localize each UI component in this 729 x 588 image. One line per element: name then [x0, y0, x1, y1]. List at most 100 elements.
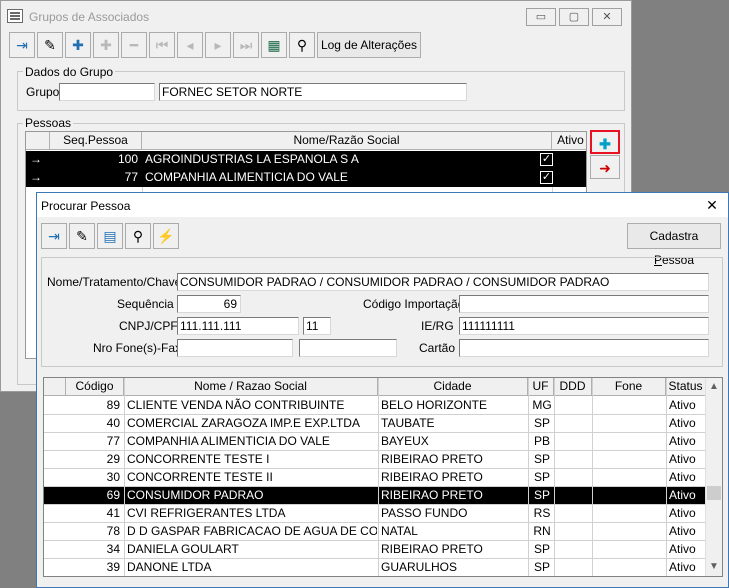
table-row[interactable]: → 77 COMPANHIA ALIMENTICIA DO VALE ✓ — [26, 169, 586, 187]
fone2-input[interactable] — [299, 339, 397, 357]
new-button[interactable]: ✚ — [65, 32, 91, 58]
grid-divider — [666, 378, 667, 576]
table-row[interactable]: 39 DANONE LTDA GUARULHOS SP Ativo — [44, 559, 720, 576]
first-record-button[interactable]: ⏮ — [149, 32, 175, 58]
cnpj-input[interactable]: 111.111.111 — [177, 317, 299, 335]
delete-button[interactable]: ━ — [121, 32, 147, 58]
app-icon — [7, 9, 23, 23]
search-button[interactable]: ⚲ — [125, 223, 151, 249]
status-cell: Ativo — [669, 416, 696, 430]
report-button[interactable]: ▦ — [261, 32, 287, 58]
ierg-label: IE/RG — [421, 319, 454, 333]
delete-record-icon: ━ — [129, 37, 139, 53]
binoculars-lightning-icon: ⚡ — [157, 228, 175, 244]
clear-button[interactable]: ✎ — [69, 223, 95, 249]
table-row[interactable]: 89 CLIENTE VENDA NÃO CONTRIBUINTE BELO HOR… — [44, 397, 720, 415]
next-record-button[interactable]: ▸ — [205, 32, 231, 58]
remove-person-icon: ➜ — [599, 160, 611, 176]
nome-header[interactable]: Nome/Razão Social — [142, 132, 552, 150]
remove-person-button[interactable]: ➜ — [590, 155, 620, 179]
cidade-header[interactable]: Cidade — [378, 378, 528, 396]
status-cell: Ativo — [669, 560, 696, 574]
table-row[interactable]: → 100 AGROINDUSTRIAS LA ESPANOLA S A ✓ — [26, 151, 586, 169]
fone-header[interactable]: Fone — [592, 378, 666, 396]
seq-pessoa-header[interactable]: Seq.Pessoa — [50, 132, 142, 150]
nome-header[interactable]: Nome / Razao Social — [124, 378, 378, 396]
cartao-input[interactable] — [459, 339, 709, 357]
table-row[interactable]: 34 DANIELA GOULART RIBEIRAO PRETO SP Ativo — [44, 541, 720, 559]
window-title: Grupos de Associados — [29, 10, 150, 24]
copy-button[interactable]: ✚ — [93, 32, 119, 58]
maximize-button[interactable]: ▢ — [559, 8, 589, 26]
import-button[interactable]: ▤ — [97, 223, 123, 249]
nome-label: Nome/Tratamento/Chave — [47, 275, 182, 289]
cidade-cell: PASSO FUNDO — [381, 506, 468, 520]
cidade-cell: RIBEIRAO PRETO — [381, 542, 483, 556]
nome-cell: DANONE LTDA — [127, 560, 212, 574]
table-row[interactable]: 40 COMERCIAL ZARAGOZA IMP.E EXP.LTDA TAUBA… — [44, 415, 720, 433]
status-cell: Ativo — [669, 434, 696, 448]
advanced-search-button[interactable]: ⚡ — [153, 223, 179, 249]
status-header[interactable]: Status — [666, 378, 706, 396]
scroll-thumb[interactable] — [707, 486, 721, 500]
codigo-cell: 78 — [106, 524, 120, 538]
exit-button[interactable]: ⇥ — [41, 223, 67, 249]
codigo-importacao-input[interactable] — [459, 295, 709, 313]
add-person-icon: ✚ — [599, 136, 611, 152]
ativo-header[interactable]: Ativo — [552, 132, 586, 150]
table-row[interactable]: 78 D D GASPAR FABRICACAO DE AGUA DE COCO … — [44, 523, 720, 541]
grupo-name-input[interactable]: FORNEC SETOR NORTE — [159, 83, 467, 101]
table-row-selected[interactable]: 69 CONSUMIDOR PADRAO RIBEIRAO PRETO SP Ativo — [44, 487, 720, 505]
scroll-down-arrow-icon[interactable]: ▼ — [709, 562, 719, 572]
fone1-input[interactable] — [177, 339, 293, 357]
cnpj-label: CNPJ/CPF — [119, 319, 178, 333]
edit-button[interactable]: ✎ — [37, 32, 63, 58]
sequencia-label: Sequência — [117, 297, 174, 311]
prev-record-button[interactable]: ◂ — [177, 32, 203, 58]
log-alteracoes-button[interactable]: Log de Alterações — [317, 32, 421, 58]
nome-input[interactable]: CONSUMIDOR PADRAO / CONSUMIDOR PADRAO / … — [177, 273, 709, 291]
grid-divider — [554, 378, 555, 576]
uf-cell: SP — [533, 542, 550, 556]
exit-button[interactable]: ⇥ — [9, 32, 35, 58]
table-row[interactable]: 41 CVI REFRIGERANTES LTDA PASSO FUNDO RS Ati… — [44, 505, 720, 523]
status-cell: Ativo — [669, 398, 696, 412]
status-cell: Ativo — [669, 542, 696, 556]
uf-header[interactable]: UF — [528, 378, 554, 396]
seq-cell: 100 — [117, 152, 138, 166]
nome-cell: CONCORRENTE TESTE I — [127, 452, 270, 466]
ierg-input[interactable]: 111111111 — [459, 317, 709, 335]
row-indicator-arrow-icon: → — [30, 152, 42, 166]
codigo-cell: 69 — [106, 488, 120, 502]
cidade-cell: RIBEIRAO PRETO — [381, 488, 483, 502]
last-record-button[interactable]: ⏭ — [233, 32, 259, 58]
search-button[interactable]: ⚲ — [289, 32, 315, 58]
uf-cell: MG — [532, 398, 552, 412]
table-row[interactable]: 30 CONCORRENTE TESTE II RIBEIRAO PRETO SP At… — [44, 469, 720, 487]
ddd-header[interactable]: DDD — [554, 378, 592, 396]
add-person-button[interactable]: ✚ — [590, 130, 620, 154]
eraser-icon: ✎ — [76, 228, 88, 244]
close-button[interactable]: ✕ — [701, 195, 723, 215]
codigo-cell: 34 — [106, 542, 120, 556]
ativo-checkbox[interactable]: ✓ — [540, 171, 553, 184]
table-row[interactable]: 77 COMPANHIA ALIMENTICIA DO VALE BAYEUX PB A… — [44, 433, 720, 451]
cadastra-pessoa-button[interactable]: Cadastra Pessoa — [627, 223, 721, 267]
table-row[interactable]: 29 CONCORRENTE TESTE I RIBEIRAO PRETO SP Ati… — [44, 451, 720, 469]
nome-cell: COMPANHIA ALIMENTICIA DO VALE — [145, 170, 348, 184]
codigo-header[interactable]: Código — [66, 378, 124, 396]
fone-label: Nro Fone(s)-Fax — [93, 341, 182, 355]
codigo-importacao-label: Código Importação — [363, 297, 465, 311]
minimize-button[interactable]: ▭ — [526, 8, 556, 26]
ativo-checkbox[interactable]: ✓ — [540, 153, 553, 166]
cnpj-digit-input[interactable]: 11 — [303, 317, 331, 335]
cidade-cell: NATAL — [381, 524, 418, 538]
sequencia-input[interactable]: 69 — [177, 295, 241, 313]
codigo-cell: 40 — [106, 416, 120, 430]
results-grid[interactable]: Código Nome / Razao Social Cidade UF DDD… — [43, 377, 723, 577]
binoculars-icon: ⚲ — [132, 228, 144, 244]
scroll-up-arrow-icon[interactable]: ▲ — [709, 382, 719, 392]
close-button[interactable]: ✕ — [592, 8, 622, 26]
grupo-code-input[interactable] — [59, 83, 155, 101]
vertical-scrollbar[interactable]: ▲ ▼ — [705, 378, 722, 576]
